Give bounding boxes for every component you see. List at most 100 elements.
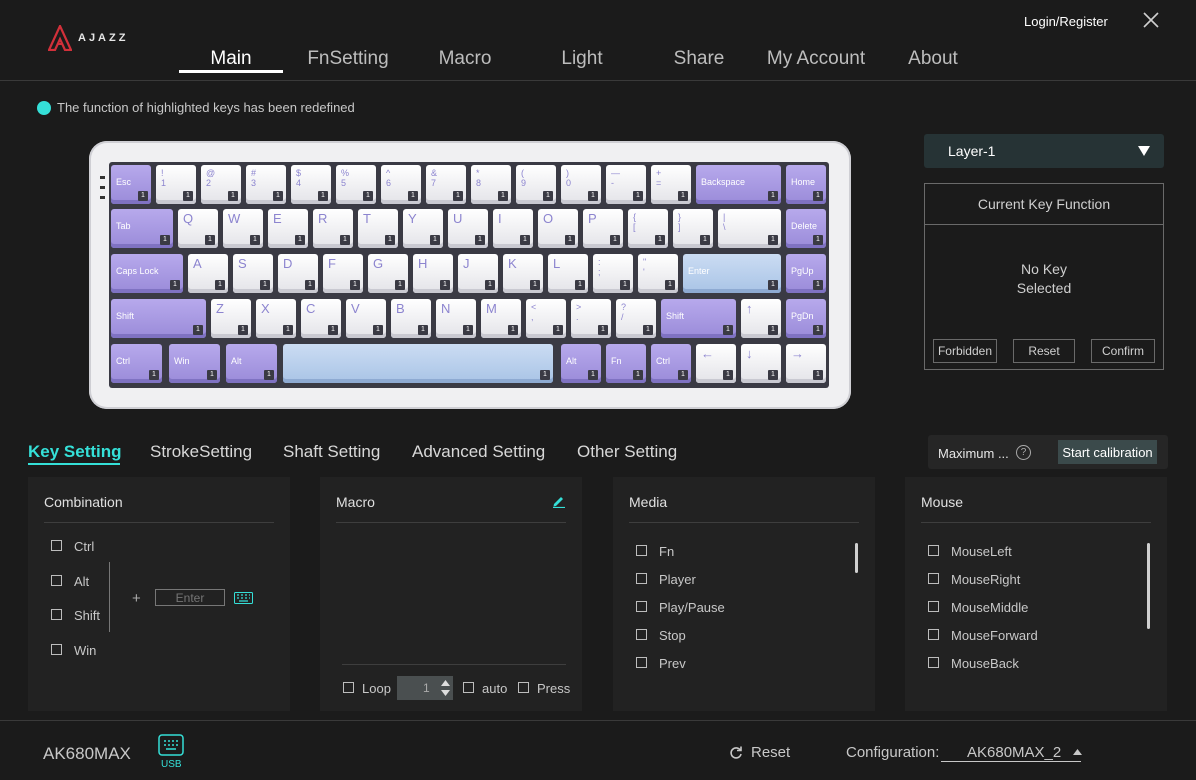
key-e[interactable]: E1 [268, 209, 308, 248]
key-space[interactable]: 1 [283, 344, 553, 383]
combination-key-input[interactable] [155, 589, 225, 606]
tab-main[interactable]: Main [190, 48, 272, 70]
help-icon[interactable]: ? [1016, 445, 1031, 460]
key-symbol[interactable]: — -1 [606, 165, 646, 204]
key-symbol[interactable]: | \ 1 [718, 209, 781, 248]
key-1[interactable]: ! 1 1 [156, 165, 196, 204]
key-z[interactable]: Z1 [211, 299, 251, 338]
key-8[interactable]: * 8 1 [471, 165, 511, 204]
key-7[interactable]: & 7 1 [426, 165, 466, 204]
key-o[interactable]: O1 [538, 209, 578, 248]
key-esc[interactable]: Esc 1 [111, 165, 151, 204]
key-symbol[interactable]: >. 1 [571, 299, 611, 338]
mouse-left-checkbox[interactable] [928, 545, 939, 556]
key-symbol[interactable]: <, 1 [526, 299, 566, 338]
stepper-arrows-icon[interactable] [441, 679, 450, 697]
media-scrollbar[interactable] [855, 543, 858, 573]
key-a[interactable]: A1 [188, 254, 228, 293]
key-backspace[interactable]: Backspace 1 [696, 165, 781, 204]
tab-light[interactable]: Light [545, 48, 619, 70]
key-v[interactable]: V1 [346, 299, 386, 338]
mouse-back-checkbox[interactable] [928, 657, 939, 668]
mouse-scrollbar[interactable] [1147, 543, 1150, 629]
key-caps-lock[interactable]: Caps Lock 1 [111, 254, 183, 293]
start-calibration-button[interactable]: Start calibration [1058, 440, 1157, 464]
key-q[interactable]: Q1 [178, 209, 218, 248]
key-p[interactable]: P1 [583, 209, 623, 248]
media-player-checkbox[interactable] [636, 573, 647, 584]
key-ctrl[interactable]: Ctrl 1 [651, 344, 691, 383]
key-f[interactable]: F1 [323, 254, 363, 293]
key-b[interactable]: B1 [391, 299, 431, 338]
loop-count-stepper[interactable]: 1 [397, 676, 453, 700]
key-alt[interactable]: Alt 1 [561, 344, 601, 383]
media-play-pause-checkbox[interactable] [636, 601, 647, 612]
key-x[interactable]: X1 [256, 299, 296, 338]
mouse-forward-checkbox[interactable] [928, 629, 939, 640]
key-l[interactable]: L1 [548, 254, 588, 293]
key-symbol[interactable]: + = 1 [651, 165, 691, 204]
key-tab[interactable]: Tab 1 [111, 209, 173, 248]
key-g[interactable]: G1 [368, 254, 408, 293]
key-3[interactable]: #3 1 [246, 165, 286, 204]
key-w[interactable]: W1 [223, 209, 263, 248]
key-5[interactable]: % 5 1 [336, 165, 376, 204]
reset-key-button[interactable]: Reset [1013, 339, 1075, 363]
layer-select[interactable]: Layer-1 [924, 134, 1164, 168]
key-6[interactable]: ^ 6 1 [381, 165, 421, 204]
key-symbol[interactable]: ← 1 [696, 344, 736, 383]
key-c[interactable]: C1 [301, 299, 341, 338]
tab-macro[interactable]: Macro [425, 48, 505, 70]
tab-share[interactable]: Share [662, 48, 736, 70]
key-enter[interactable]: Enter 1 [683, 254, 781, 293]
key-symbol[interactable]: ↓ 1 [741, 344, 781, 383]
key-d[interactable]: D1 [278, 254, 318, 293]
shift-checkbox[interactable] [51, 609, 62, 620]
confirm-button[interactable]: Confirm [1091, 339, 1155, 363]
key-r[interactable]: R1 [313, 209, 353, 248]
login-register-link[interactable]: Login/Register [1024, 14, 1108, 29]
close-icon[interactable] [1142, 11, 1160, 29]
subtab-other-setting[interactable]: Other Setting [577, 442, 677, 462]
key-j[interactable]: J1 [458, 254, 498, 293]
press-checkbox[interactable] [518, 682, 529, 693]
tab-my-account[interactable]: My Account [757, 48, 875, 70]
key-symbol[interactable]: " ' 1 [638, 254, 678, 293]
key-0[interactable]: ) 0 1 [561, 165, 601, 204]
subtab-key-setting[interactable]: Key Setting [28, 442, 122, 462]
key-alt[interactable]: Alt 1 [226, 344, 277, 383]
key-fn[interactable]: Fn 1 [606, 344, 646, 383]
key-symbol[interactable]: ?/1 [616, 299, 656, 338]
media-stop-checkbox[interactable] [636, 629, 647, 640]
key-s[interactable]: S1 [233, 254, 273, 293]
key-y[interactable]: Y1 [403, 209, 443, 248]
key-pgup[interactable]: PgUp 1 [786, 254, 826, 293]
key-i[interactable]: I1 [493, 209, 533, 248]
subtab-stroke-setting[interactable]: StrokeSetting [150, 442, 252, 462]
alt-checkbox[interactable] [51, 575, 62, 586]
key-n[interactable]: N1 [436, 299, 476, 338]
keyboard-icon[interactable] [234, 592, 253, 604]
tab-about[interactable]: About [896, 48, 970, 70]
footer-reset-button[interactable]: Reset [729, 744, 790, 761]
maximum-label[interactable]: Maximum ... [938, 446, 1009, 461]
key-u[interactable]: U1 [448, 209, 488, 248]
key-shift[interactable]: Shift 1 [661, 299, 736, 338]
key-symbol[interactable]: ↑ 1 [741, 299, 781, 338]
key-home[interactable]: Home 1 [786, 165, 826, 204]
media-fn-checkbox[interactable] [636, 545, 647, 556]
subtab-shaft-setting[interactable]: Shaft Setting [283, 442, 380, 462]
win-checkbox[interactable] [51, 644, 62, 655]
key-k[interactable]: K1 [503, 254, 543, 293]
key-m[interactable]: M1 [481, 299, 521, 338]
edit-icon[interactable] [552, 494, 566, 508]
key-ctrl[interactable]: Ctrl 1 [111, 344, 162, 383]
subtab-advanced-setting[interactable]: Advanced Setting [412, 442, 545, 462]
key-symbol[interactable]: }] 1 [673, 209, 713, 248]
key-symbol[interactable]: :; 1 [593, 254, 633, 293]
ctrl-checkbox[interactable] [51, 540, 62, 551]
key-9[interactable]: (9 1 [516, 165, 556, 204]
key-win[interactable]: Win 1 [169, 344, 220, 383]
key-pgdn[interactable]: PgDn 1 [786, 299, 826, 338]
key-h[interactable]: H1 [413, 254, 453, 293]
